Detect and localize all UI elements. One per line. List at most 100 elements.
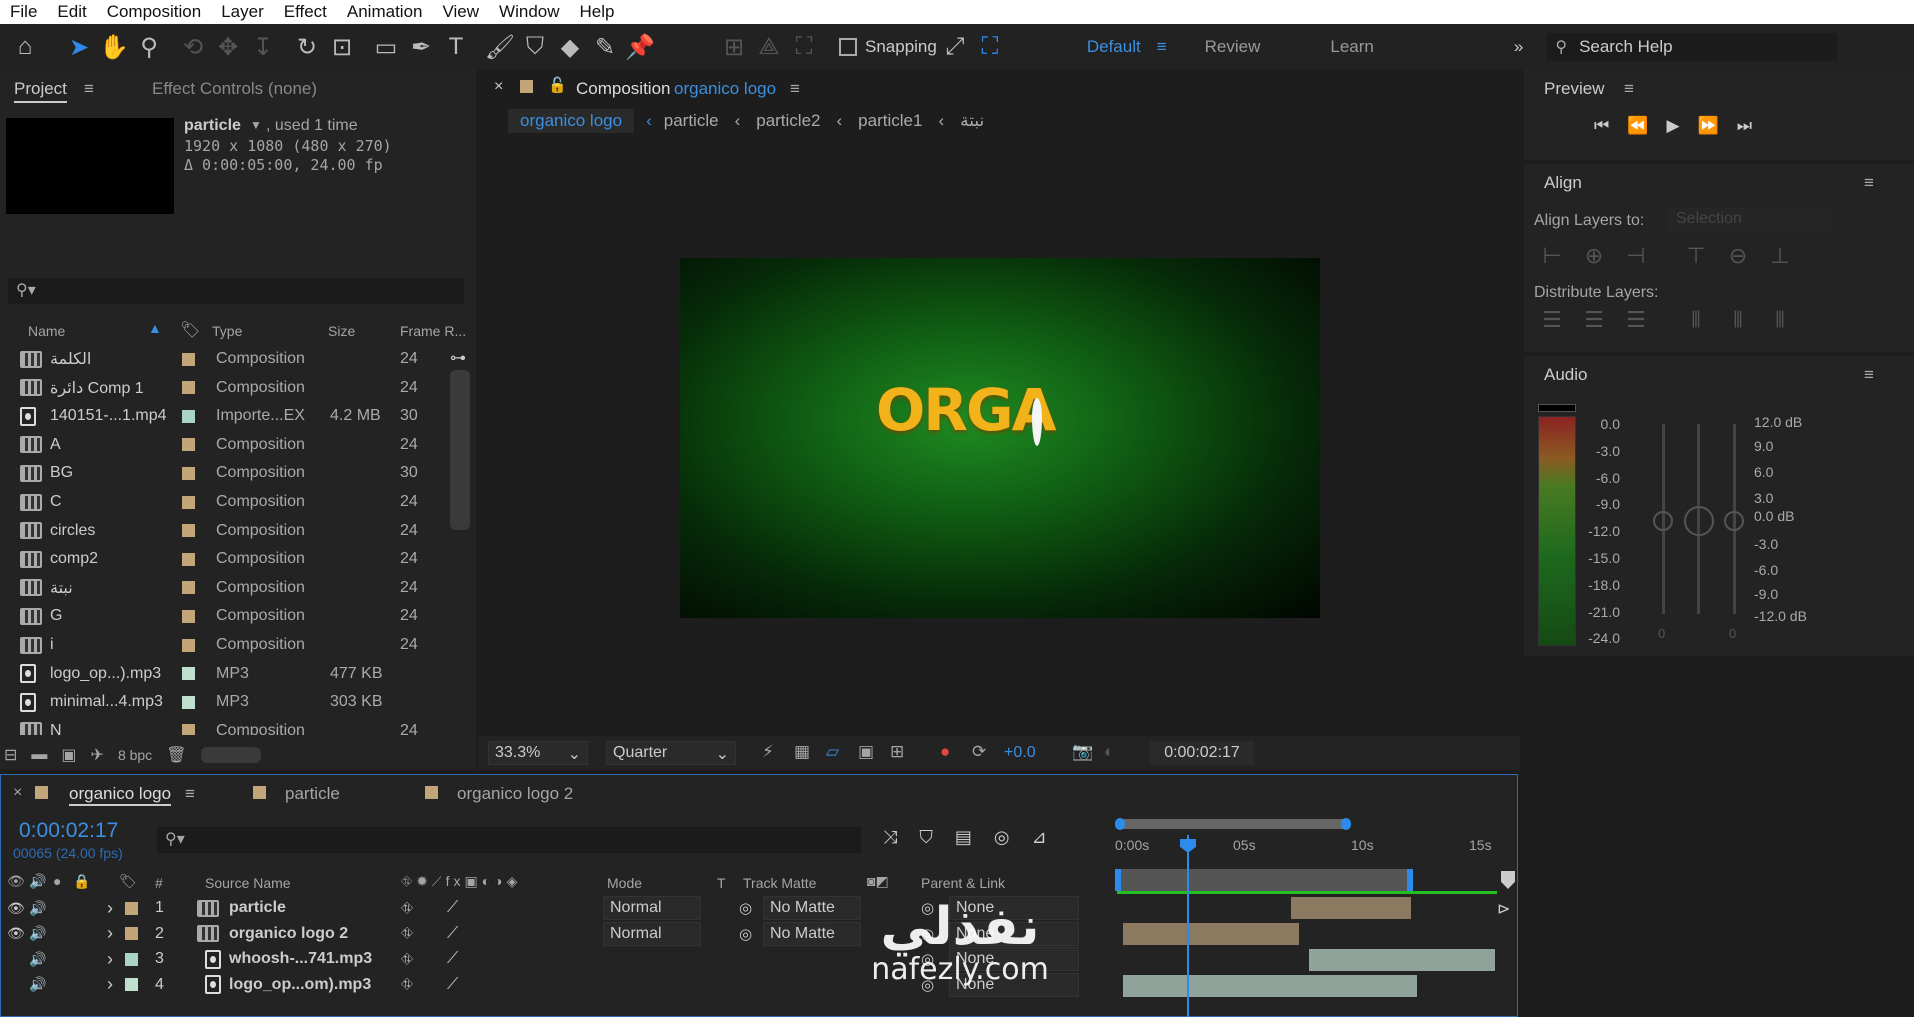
shy-switch-icon[interactable]: ⛗ [401,976,413,993]
align-v-center-icon[interactable]: ⊖ [1726,244,1750,268]
work-area-end[interactable] [1407,869,1413,891]
parent-pickwhip-icon[interactable]: ◎ [921,950,934,968]
label-color-swatch[interactable] [182,438,195,452]
project-item[interactable]: 140151-...1.mp4 Importe...EX 4.2 MB 30 [0,402,448,430]
menu-effect[interactable]: Effect [274,2,337,22]
align-bottom-icon[interactable]: ⊥ [1768,244,1792,268]
menu-help[interactable]: Help [570,2,625,22]
zoom-tool-icon[interactable]: ⚲ [132,30,166,64]
distribute-left-icon[interactable]: ⦀ [1684,308,1708,332]
shy-switch-icon[interactable]: ⛗ [401,900,413,917]
column-size[interactable]: Size [328,323,355,339]
layer-label-swatch[interactable] [125,927,138,941]
quality-switch-icon[interactable]: ⟋ [447,950,458,968]
pan-behind-icon[interactable]: ⊡ [325,30,359,64]
speaker-icon[interactable]: 🔊 [29,900,46,917]
layer-name[interactable]: particle [229,899,286,917]
shy-switch-icon[interactable]: ⛗ [401,951,413,968]
draft-3d-icon[interactable]: ⛉ [919,827,933,848]
time-ruler[interactable]: 0:00s 05s 10s 15s [1115,835,1495,861]
play-icon[interactable]: ▶ [1666,116,1679,136]
reset-exposure-icon[interactable]: ⟳ [972,742,986,762]
speaker-icon[interactable]: 🔊 [29,976,46,993]
label-color-swatch[interactable] [182,466,195,480]
quality-switch-icon[interactable]: ⟋ [447,976,458,994]
project-item[interactable]: comp2 Composition 24 [0,545,448,573]
work-area-navigator[interactable] [1115,818,1351,830]
audio-menu-icon[interactable]: ≡ [1864,365,1874,385]
track-matte-select[interactable]: No Matte [763,921,861,946]
chevron-down-icon[interactable]: ▼ [250,118,262,132]
comp-menu-icon[interactable]: ≡ [790,79,800,99]
layer-label-swatch[interactable] [125,901,138,915]
label-color-swatch[interactable] [182,638,195,652]
breadcrumb-organico-logo[interactable]: organico logo [508,109,635,133]
layer-name[interactable]: organico logo 2 [229,925,348,943]
expand-chevron-icon[interactable]: › [107,898,113,919]
timeline-search-input[interactable]: ⚲▾ [157,827,861,853]
breadcrumb-particle[interactable]: particle [664,111,719,131]
hand-tool-icon[interactable]: ✋ [97,30,131,64]
breadcrumb-nabta[interactable]: نبتة [960,111,984,131]
work-area-bar[interactable] [1115,869,1413,891]
label-color-swatch[interactable] [182,409,195,423]
navigator-start-handle[interactable] [1115,818,1125,830]
project-item[interactable]: C Composition 24 [0,488,448,516]
project-item[interactable]: الكلمة Composition 24 [0,345,448,373]
graph-editor-icon[interactable]: ⊿ [1032,827,1047,848]
align-menu-icon[interactable]: ≡ [1864,173,1874,193]
snap-target-icon[interactable]: ⛶ [973,30,1007,64]
fast-preview-icon[interactable]: ⚡ [762,742,774,762]
new-composition-icon[interactable]: ▣ [61,745,76,765]
matte-pickwhip-icon[interactable]: ◎ [739,899,752,917]
parent-select[interactable]: None [949,947,1079,972]
resolution-select[interactable]: Quarter ⌄ [606,741,736,765]
tab-project[interactable]: Project [14,79,67,103]
timeline-tab-particle[interactable]: particle [285,784,340,804]
magnification-select[interactable]: 33.3% ⌄ [488,741,588,765]
delete-icon[interactable]: 🗑 [166,745,186,765]
project-item[interactable]: N Composition 24 [0,717,448,735]
timeline-menu-icon[interactable]: ≡ [185,784,195,804]
previous-frame-icon[interactable]: ⏪ [1627,116,1648,136]
orbit-camera-icon[interactable]: ⟲ [176,30,210,64]
label-color-swatch[interactable] [182,495,195,509]
project-item[interactable]: نبتة Composition 24 [0,574,448,602]
show-snapshot-icon[interactable]: ◐ [1104,742,1114,762]
axis-world-icon[interactable]: ⟁ [752,30,786,64]
layer-label-swatch[interactable] [125,978,138,992]
tab-effect-controls[interactable]: Effect Controls (none) [152,79,317,99]
matte-pickwhip-icon[interactable]: ◎ [739,925,752,943]
search-help-input[interactable]: Search Help [1579,37,1673,57]
menu-view[interactable]: View [433,2,490,22]
puppet-pin-icon[interactable]: 📌 [623,30,657,64]
speaker-icon[interactable]: 🔊 [29,925,46,942]
align-top-icon[interactable]: ⊤ [1684,244,1708,268]
audio-slider-right[interactable] [1724,511,1744,531]
exposure-value[interactable]: +0.0 [1004,744,1036,762]
label-tag-icon[interactable]: 🏷 [119,873,137,890]
project-item[interactable]: دائرة Comp 1 Composition 24 [0,374,448,402]
parent-pickwhip-icon[interactable]: ◎ [921,899,934,917]
parent-select[interactable]: None [949,921,1079,946]
composition-flowchart-icon[interactable]: ⤨ [883,827,897,848]
label-color-swatch[interactable] [182,695,195,709]
workspace-menu-icon[interactable]: ≡ [1157,37,1167,57]
label-color-swatch[interactable] [182,352,195,366]
project-item[interactable]: BG Composition 30 [0,459,448,487]
motion-blur-icon[interactable]: ◎ [994,827,1010,848]
menu-file[interactable]: File [0,2,47,22]
dolly-camera-icon[interactable]: ↧ [246,30,280,64]
frame-blending-icon[interactable]: ▤ [955,827,972,848]
project-menu-icon[interactable]: ≡ [84,79,94,99]
workspace-default[interactable]: Default [1087,37,1141,57]
clone-stamp-icon[interactable]: ⛉ [518,30,552,64]
layer-mode-select[interactable]: Normal [603,921,701,946]
lock-icon[interactable]: 🔓 [548,76,567,94]
menu-layer[interactable]: Layer [211,2,274,22]
workspace-review[interactable]: Review [1205,37,1261,57]
snap-options-icon[interactable]: ⤢ [938,30,972,64]
search-help-box[interactable]: ⚲ Search Help [1547,33,1838,61]
layer-row[interactable]: 👁 🔊 › 2 organico logo 2 ⛗ ⟋ Normal ◎ No Matte ◎ Non… [1,921,1115,947]
project-item[interactable]: circles Composition 24 [0,517,448,545]
